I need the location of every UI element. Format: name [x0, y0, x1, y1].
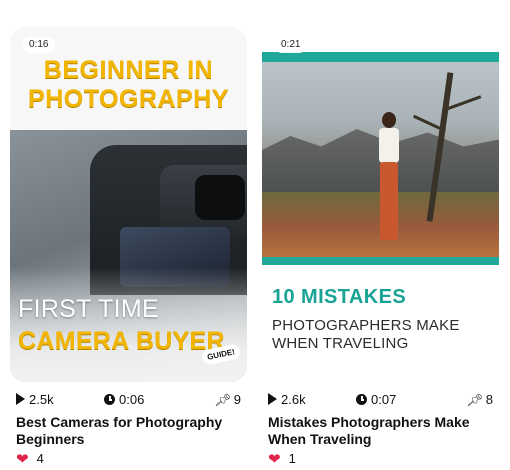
- pins-count: 8: [485, 392, 493, 407]
- duration-badge: 0:21: [274, 37, 308, 53]
- photo-fade: [10, 267, 247, 382]
- clock-icon: [356, 394, 367, 405]
- views-count: 2.6k: [281, 392, 306, 407]
- video-title[interactable]: Mistakes Photographers Make When Traveli…: [268, 414, 493, 448]
- thumbnail-headline: 10 MISTAKES: [272, 286, 407, 308]
- pin-icon: 📌︎: [214, 393, 230, 407]
- views-count: 2.5k: [29, 392, 54, 407]
- duration-value: 0:06: [119, 392, 145, 407]
- thumbnail-caption: PHOTOGRAPHERS MAKE WHEN TRAVELING: [272, 317, 460, 352]
- play-icon: [16, 393, 25, 405]
- photographer-figure: [374, 112, 404, 247]
- camera-viewfinder: [195, 175, 245, 220]
- video-thumbnail[interactable]: BEGINNER IN PHOTOGRAPHY FIRST TIME CAMER…: [10, 27, 247, 382]
- play-icon: [268, 393, 277, 405]
- views-stat: 2.5k: [16, 392, 54, 408]
- teal-band: [262, 52, 499, 62]
- duration-stat: 0:06: [104, 392, 144, 408]
- teal-band: [262, 257, 499, 265]
- thumbnail-headline: BEGINNER IN: [43, 56, 214, 84]
- pins-stat: 📌︎ 8: [467, 392, 493, 408]
- video-stats: 2.6k 0:07 📌︎ 8: [268, 392, 493, 408]
- heart-icon[interactable]: ❤: [16, 452, 29, 468]
- figure-torso: [379, 128, 399, 163]
- likes-count: 1: [288, 451, 296, 466]
- thumbnail-caption: CAMERA BUYER: [18, 327, 225, 355]
- duration-stat: 0:07: [356, 392, 396, 408]
- video-card[interactable]: BEGINNER IN PHOTOGRAPHY FIRST TIME CAMER…: [10, 27, 247, 468]
- video-stats: 2.5k 0:06 📌︎ 9: [16, 392, 241, 408]
- thumbnail-headline: PHOTOGRAPHY: [28, 85, 229, 113]
- likes-row: ❤ 1: [268, 451, 296, 468]
- likes-count: 4: [36, 451, 44, 466]
- pin-icon: 📌︎: [466, 393, 482, 407]
- duration-badge: 0:16: [22, 37, 56, 53]
- figure-head: [382, 112, 396, 128]
- duration-value: 0:07: [371, 392, 397, 407]
- views-stat: 2.6k: [268, 392, 306, 408]
- video-title[interactable]: Best Cameras for Photography Beginners: [16, 414, 241, 448]
- figure-pants: [380, 162, 398, 240]
- pins-count: 9: [233, 392, 241, 407]
- video-thumbnail[interactable]: 10 MISTAKES PHOTOGRAPHERS MAKE WHEN TRAV…: [262, 27, 499, 382]
- clock-icon: [104, 394, 115, 405]
- likes-row: ❤ 4: [16, 451, 44, 468]
- video-card[interactable]: 10 MISTAKES PHOTOGRAPHERS MAKE WHEN TRAV…: [262, 27, 499, 468]
- thumbnail-caption: FIRST TIME: [18, 295, 159, 323]
- heart-icon[interactable]: ❤: [268, 452, 281, 468]
- pins-stat: 📌︎ 9: [215, 392, 241, 408]
